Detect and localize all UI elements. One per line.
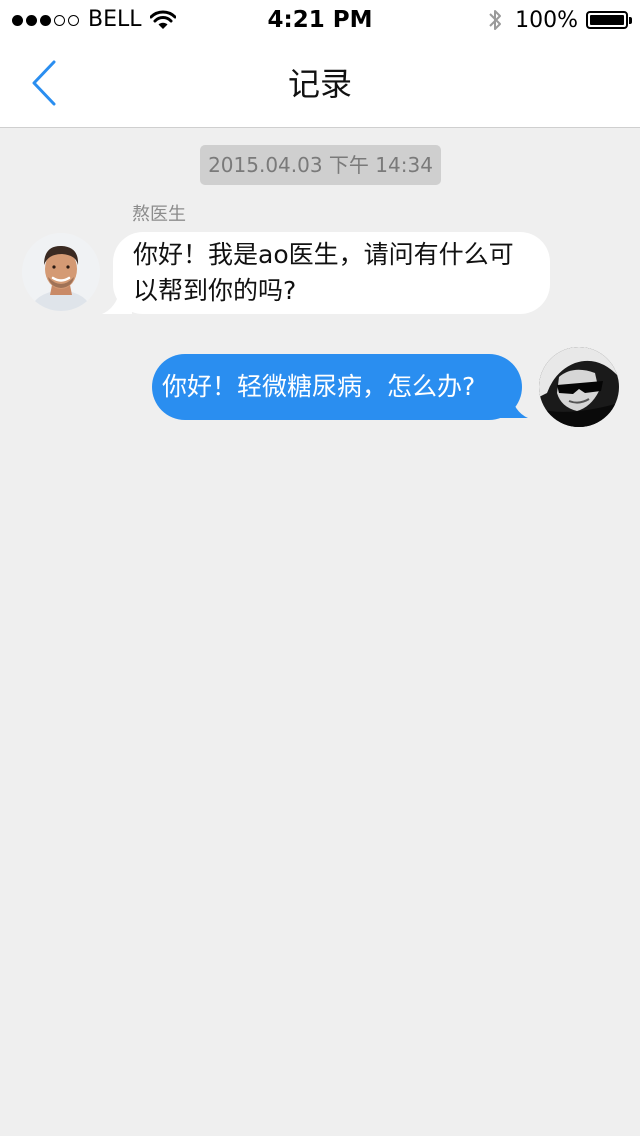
status-right: 100% — [487, 7, 632, 33]
doctor-avatar[interactable] — [22, 233, 100, 311]
bluetooth-icon — [489, 10, 502, 30]
incoming-message-bubble[interactable]: 你好！我是ao医生，请问有什么可以帮到你的吗? — [113, 232, 550, 314]
outgoing-message-bubble[interactable]: 你好！轻微糖尿病，怎么办? — [152, 354, 522, 420]
chat-timestamp: 2015.04.03 下午 14:34 — [200, 145, 441, 185]
battery-percent: 100% — [515, 7, 578, 33]
user-avatar[interactable] — [539, 347, 619, 427]
battery-icon — [586, 11, 632, 29]
status-bar: BELL 4:21 PM 100% — [0, 0, 640, 40]
sender-name: 熬医生 — [132, 204, 186, 225]
page-title: 记录 — [287, 65, 352, 103]
nav-bar: 记录 — [0, 40, 640, 128]
